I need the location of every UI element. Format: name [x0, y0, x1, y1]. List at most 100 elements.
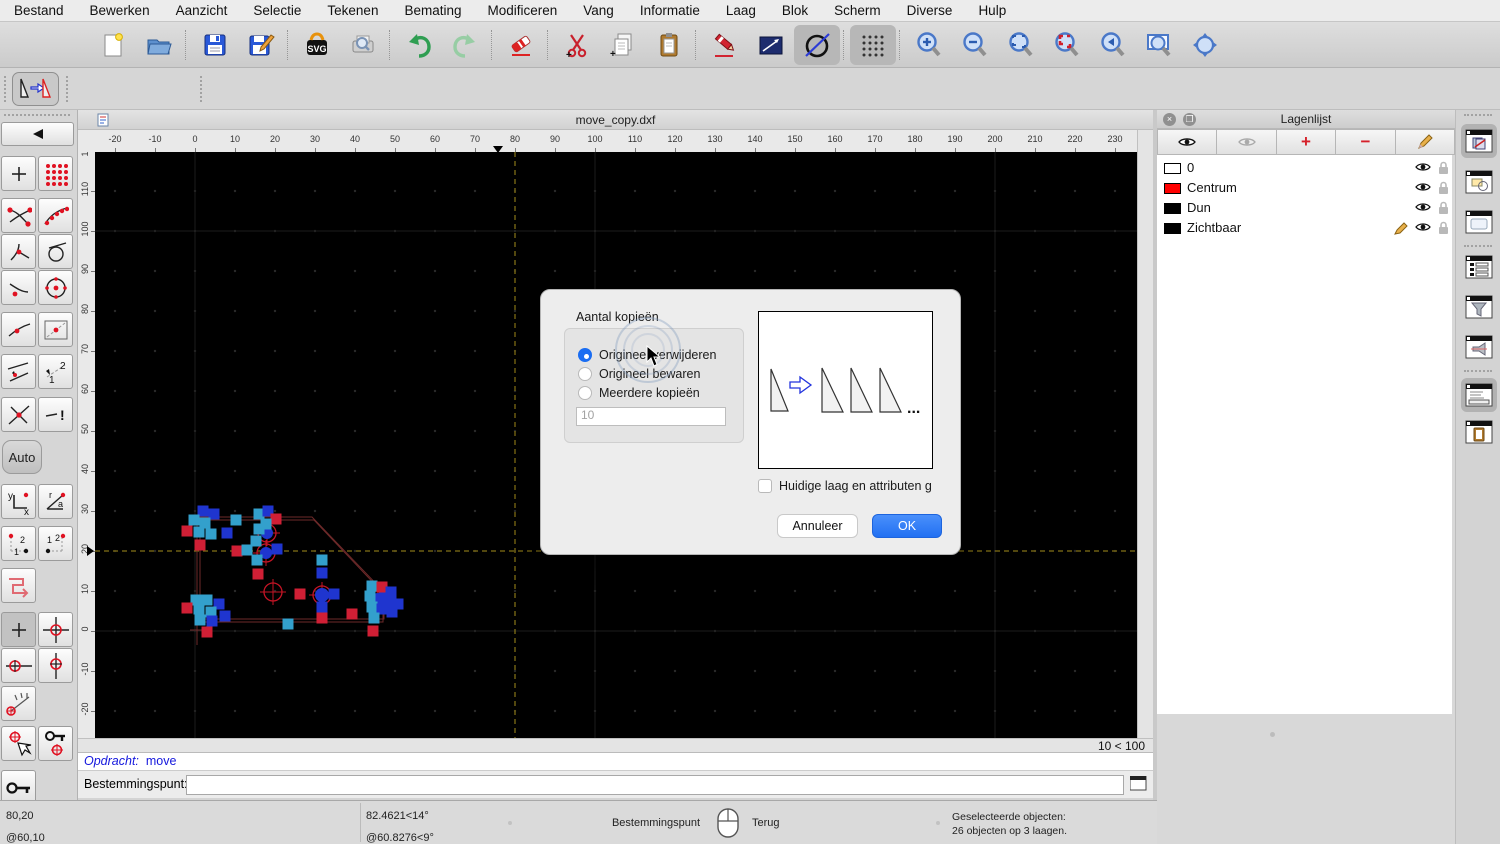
menu-hulp[interactable]: Hulp	[978, 3, 1006, 18]
dock-selection-filter-button[interactable]	[1461, 290, 1497, 324]
layer-lock-icon[interactable]	[1438, 201, 1449, 214]
no-fill-mode-button[interactable]	[794, 25, 840, 65]
svg-export-button[interactable]: SVG	[294, 25, 340, 65]
layer-lock-icon[interactable]	[1438, 161, 1449, 174]
layer-color-swatch[interactable]	[1164, 183, 1181, 194]
menu-informatie[interactable]: Informatie	[640, 3, 700, 18]
panel-close-button[interactable]: ×	[1163, 113, 1176, 126]
toolbar-handle[interactable]	[66, 76, 69, 102]
selection-handle[interactable]	[283, 619, 294, 630]
horizontal-scrollbar[interactable]: 10 < 100	[78, 738, 1153, 752]
pan-button[interactable]	[1182, 25, 1228, 65]
auto-snap-button[interactable]: Auto	[2, 440, 42, 474]
layer-row-centrum[interactable]: Centrum	[1157, 178, 1452, 198]
undo-button[interactable]	[396, 25, 442, 65]
selection-handle[interactable]	[232, 546, 243, 557]
selection-handle[interactable]	[329, 589, 340, 600]
print-preview-button[interactable]	[340, 25, 386, 65]
show-all-layers-button[interactable]	[1157, 129, 1217, 155]
dock-handle[interactable]	[1464, 114, 1492, 117]
coordinate-polar-button[interactable]: ra	[38, 484, 73, 519]
toolbar-handle[interactable]	[200, 76, 203, 102]
dock-command-line-button[interactable]	[1461, 330, 1497, 364]
layer-panel-header[interactable]: × ❐ Lagenlijst	[1157, 110, 1455, 129]
layer-visible-icon[interactable]	[1415, 201, 1431, 213]
selection-handle[interactable]	[195, 540, 206, 551]
menu-diverse[interactable]: Diverse	[907, 3, 953, 18]
snap-intersection-manual-button[interactable]: !	[38, 397, 73, 432]
layer-name[interactable]: Zichtbaar	[1187, 220, 1241, 235]
zoom-selection-button[interactable]	[1044, 25, 1090, 65]
ok-button[interactable]: OK	[872, 514, 942, 538]
add-layer-button[interactable]: +	[1277, 129, 1336, 155]
snap-intersection-button[interactable]	[1, 397, 36, 432]
zoom-in-button[interactable]	[906, 25, 952, 65]
hide-all-layers-button[interactable]	[1217, 129, 1276, 155]
selection-handle[interactable]	[207, 616, 218, 627]
selection-handle[interactable]	[272, 544, 283, 555]
selection-handle[interactable]	[194, 527, 205, 538]
selection-handle[interactable]	[368, 626, 379, 637]
selection-handle[interactable]	[182, 603, 193, 614]
layer-visible-icon[interactable]	[1415, 221, 1431, 233]
radio-multiple-copies[interactable]: Meerdere kopieën	[578, 385, 700, 401]
selection-handle[interactable]	[195, 615, 206, 626]
layer-color-swatch[interactable]	[1164, 203, 1181, 214]
selection-handle[interactable]	[253, 569, 264, 580]
checkbox-icon[interactable]	[758, 479, 772, 493]
snap-distance-1-button[interactable]	[1, 354, 36, 389]
menu-laag[interactable]: Laag	[726, 3, 756, 18]
layer-row-zichtbaar[interactable]: Zichtbaar	[1157, 218, 1452, 238]
lock-relative-zero-target-button[interactable]	[38, 726, 73, 761]
selection-handle[interactable]	[231, 515, 242, 526]
menu-blok[interactable]: Blok	[782, 3, 808, 18]
selection-handle[interactable]	[220, 611, 231, 622]
menu-scherm[interactable]: Scherm	[834, 3, 881, 18]
selection-handle[interactable]	[271, 514, 282, 525]
open-file-button[interactable]	[136, 25, 182, 65]
restrict-orthogonal-button[interactable]	[38, 612, 73, 647]
layer-color-swatch[interactable]	[1164, 163, 1181, 174]
layer-name[interactable]: Centrum	[1187, 180, 1237, 195]
snap-endpoints-button[interactable]	[1, 198, 36, 233]
paste-button[interactable]	[646, 25, 692, 65]
remove-layer-button[interactable]: −	[1336, 129, 1395, 155]
snap-grid-button[interactable]	[38, 156, 73, 191]
vertical-scrollbar[interactable]	[1137, 130, 1153, 738]
cancel-button[interactable]: Annuleer	[777, 514, 858, 538]
snap-tangential-button[interactable]	[38, 234, 73, 269]
radio-icon[interactable]	[578, 367, 592, 381]
layer-visible-icon[interactable]	[1415, 181, 1431, 193]
radio-selected-icon[interactable]	[578, 348, 592, 362]
panel-detach-button[interactable]: ❐	[1183, 113, 1196, 126]
move-copy-tool-button[interactable]	[12, 72, 59, 106]
save-as-button[interactable]	[238, 25, 284, 65]
menu-tekenen[interactable]: Tekenen	[327, 3, 378, 18]
radio-label[interactable]: Meerdere kopieën	[599, 386, 700, 400]
layer-lock-icon[interactable]	[1438, 181, 1449, 194]
selection-handle[interactable]	[261, 519, 272, 530]
selection-handle[interactable]	[222, 528, 233, 539]
snap-middle-button[interactable]	[38, 312, 73, 347]
dock-library-browser-button[interactable]	[1461, 205, 1497, 239]
relative-12-button[interactable]: 12	[1, 526, 36, 561]
draft-mode-button[interactable]	[748, 25, 794, 65]
selection-handle[interactable]	[252, 555, 263, 566]
toolbar-handle[interactable]	[4, 76, 7, 102]
copies-count-input[interactable]: 10	[576, 407, 726, 426]
command-input[interactable]	[186, 775, 1124, 795]
window-zoom-button[interactable]	[1136, 25, 1182, 65]
restrict-vertical-button[interactable]	[38, 648, 73, 683]
dock-property-editor-button[interactable]	[1461, 250, 1497, 284]
radio-icon[interactable]	[578, 386, 592, 400]
coordinate-xy-button[interactable]: yx	[1, 484, 36, 519]
snap-back-button[interactable]	[1, 122, 74, 146]
menu-selectie[interactable]: Selectie	[253, 3, 301, 18]
restrict-horizontal-button[interactable]	[1, 648, 36, 683]
dock-layer-list-button[interactable]	[1461, 124, 1497, 158]
dock-clipboard-button[interactable]	[1461, 415, 1497, 449]
dock-block-list-button[interactable]	[1461, 165, 1497, 199]
selection-handle[interactable]	[369, 613, 380, 624]
zoom-out-button[interactable]	[952, 25, 998, 65]
relative-21-button[interactable]: 12	[38, 526, 73, 561]
